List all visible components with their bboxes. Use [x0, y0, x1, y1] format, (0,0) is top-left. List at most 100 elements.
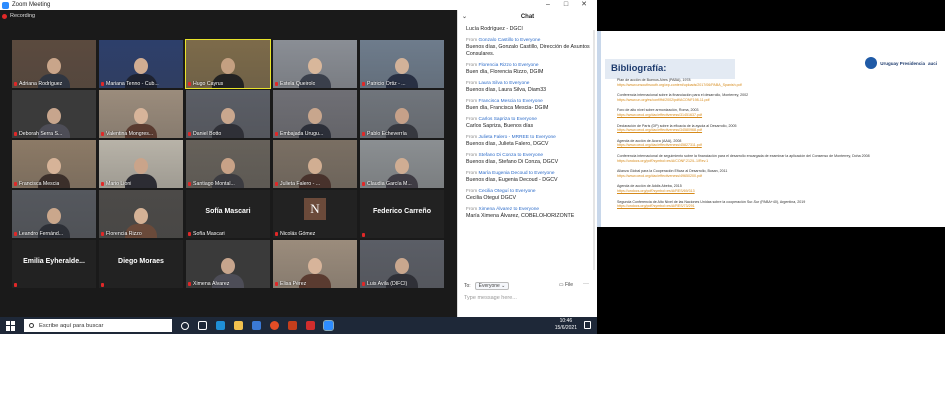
chat-message: From Stefano Di Conza to Everyone Buenos … [466, 152, 590, 166]
participant-name: Mario Lioni [101, 181, 131, 187]
participant-tile[interactable]: Valentina Mongres... [99, 90, 183, 138]
logo-text: Uruguay Presidencia [880, 60, 925, 66]
participant-tile[interactable]: Mario Lioni [99, 140, 183, 188]
bibliography-link[interactable]: https://undocs.org/pdf?symbol=es/A/RES/7… [617, 204, 917, 209]
muted-mic-icon [275, 232, 278, 236]
recipient-value: Everyone [478, 283, 500, 289]
bibliography-link[interactable]: https://undocs.org/pdf?symbol=es/A/RES/6… [617, 189, 917, 194]
chat-header: ⌄ Chat [458, 10, 597, 24]
muted-mic-icon [14, 232, 17, 236]
bibliography-link[interactable]: https://www.un.org/es/conf/ffd/2002/pdf/… [617, 98, 917, 103]
participant-tile[interactable]: Santiago Montal... [186, 140, 270, 188]
participant-tile[interactable]: Diego Moraes [99, 240, 183, 288]
chat-message-text: Cecilia Oteguí DGCV [466, 195, 517, 201]
participant-name: Hugo Cayrus [188, 81, 223, 87]
mail-icon[interactable] [252, 321, 261, 330]
recording-label: Recording [10, 13, 36, 19]
chat-message-sender: From Francisca Mescia to Everyone [466, 99, 543, 104]
participant-tile[interactable]: Elisa Pérez [273, 240, 357, 288]
participant-tile[interactable]: Claudia García M... [360, 140, 444, 188]
participant-tile[interactable]: Daniel Botto [186, 90, 270, 138]
chat-message-text: Carlos Sapriza, Buenos días [466, 123, 534, 129]
participant-name: Patricio Ortiz - ... [362, 81, 406, 87]
participant-name: Francisca Mescia [14, 181, 59, 187]
notification-icon[interactable] [584, 321, 591, 329]
participant-tile[interactable]: Sofía Mascari Sofía Mascari [186, 190, 270, 238]
bibliography-link[interactable]: https://www.oecd.org/dac/effectiveness/3… [617, 128, 917, 133]
chat-input[interactable]: Type message here... [464, 295, 517, 301]
participant-tile[interactable]: Ximena Álvarez [186, 240, 270, 288]
participant-tile[interactable]: Francisca Mescia [12, 140, 96, 188]
muted-mic-icon [275, 82, 278, 86]
chat-title: Chat [520, 14, 535, 20]
participant-tile[interactable]: Embajada Urugu... [273, 90, 357, 138]
bibliography-entry: Agenda de acción de Accra (AAA), 2008 htt… [617, 139, 917, 148]
muted-mic-icon [275, 132, 278, 136]
chrome-icon[interactable] [270, 321, 279, 330]
participant-tile[interactable]: Florencia Rizzo [99, 190, 183, 238]
zoom-taskbar-icon[interactable] [323, 320, 334, 331]
bibliography-link[interactable]: https://www.oecd.org/dac/effectiveness/3… [617, 113, 917, 118]
recipient-select[interactable]: Everyone ⌄ [474, 282, 510, 290]
participant-tile[interactable]: Patricio Ortiz - ... [360, 40, 444, 88]
participant-tile[interactable]: Emilia Eyheralde... [12, 240, 96, 288]
participant-tile[interactable]: Luis Avila (DIFCI) [360, 240, 444, 288]
close-button[interactable]: ✕ [577, 0, 591, 10]
bibliography-link[interactable]: https://www.unsouthsouth.org/wp-content/… [617, 83, 917, 88]
acrobat-icon[interactable] [306, 321, 315, 330]
participant-name: Leandro Fernánd... [14, 231, 63, 237]
participant-tile[interactable]: Adriana Rodríguez [12, 40, 96, 88]
participant-tile[interactable]: Hugo Cayrus [185, 39, 271, 89]
powerpoint-icon[interactable] [288, 321, 297, 330]
participant-tile[interactable]: Pablo Echeverría [360, 90, 444, 138]
video-grid: Adriana Rodríguez Mariana Tenno - Cub... H… [12, 39, 444, 288]
chat-message-sender: From Gonzalo Castillo to Everyone [466, 38, 541, 43]
bibliography-list: Plan de acción de Buenos Aires (PABA), 1… [617, 78, 917, 215]
participant-tile[interactable]: N Nicolás Gómez [273, 190, 357, 238]
chat-message: From Florencia Rizzo to Everyone Buen día… [466, 62, 590, 76]
bibliography-entry: Conferencia internacional sobre la finan… [617, 93, 917, 102]
minimize-button[interactable]: – [541, 0, 555, 10]
taskbar-search[interactable]: Escribe aquí para buscar [24, 319, 172, 332]
participant-name: Pablo Echeverría [362, 131, 407, 137]
task-view-icon[interactable] [198, 321, 207, 330]
muted-mic-icon [14, 283, 19, 287]
clock-time: 10:46 [559, 318, 573, 324]
windows-start-icon[interactable] [6, 320, 16, 331]
chat-message-text: Buenos días, Julieta Falero, DGCV [466, 141, 549, 147]
file-explorer-icon[interactable] [234, 321, 243, 330]
participant-tile[interactable]: Leandro Fernánd... [12, 190, 96, 238]
participant-tile[interactable]: Mariana Tenno - Cub... [99, 40, 183, 88]
participant-tile[interactable]: Federico Carreño [360, 190, 444, 238]
more-options-button[interactable]: ··· [583, 281, 589, 287]
bibliography-link[interactable]: https://www.oecd.org/dac/effectiveness/4… [617, 174, 917, 179]
participant-display-name: Sofía Mascari [205, 208, 251, 215]
cortana-icon[interactable] [181, 321, 189, 330]
participant-tile[interactable]: Julieta Falero - ... [273, 140, 357, 188]
participant-name: Claudia García M... [362, 181, 412, 187]
chat-scrollbar[interactable] [593, 30, 595, 270]
presidencia-logo: Uruguay Presidencia auci [865, 57, 937, 69]
bibliography-entry: Segunda Conferencia de Alto Nivel de las… [617, 200, 917, 209]
muted-mic-icon [362, 82, 365, 86]
bibliography-link[interactable]: https://undocs.org/pdf?symbol=es/A/CONF.… [617, 159, 917, 164]
chat-message: From María Eugenia Decoud to Everyone Bue… [466, 170, 590, 184]
chat-message: From Gonzalo Castillo to Everyone Buenos … [466, 37, 590, 58]
edge-icon[interactable] [216, 321, 225, 330]
bibliography-link[interactable]: https://www.oecd.org/dac/effectiveness/4… [617, 143, 917, 148]
maximize-button[interactable]: □ [559, 0, 573, 10]
chevron-down-icon[interactable]: ⌄ [462, 10, 467, 24]
file-button[interactable]: ▭ File [559, 282, 573, 288]
participant-tile[interactable]: Estela Queirolo [273, 40, 357, 88]
zoom-logo-icon [2, 1, 9, 9]
taskbar-clock[interactable]: 10:46 15/6/2021 [555, 318, 577, 332]
recording-indicator[interactable]: Recording [2, 13, 35, 19]
bibliography-entry: Plan de acción de Buenos Aires (PABA), 1… [617, 78, 917, 87]
muted-mic-icon [14, 82, 17, 86]
muted-mic-icon [275, 282, 278, 286]
participant-tile[interactable]: Deborah Serra S... [12, 90, 96, 138]
participant-name: Estela Queirolo [275, 81, 315, 87]
chat-message-sender: From Julieta Falero - MRREE to Everyone [466, 135, 556, 140]
chat-message: From Julieta Falero - MRREE to Everyone B… [466, 134, 590, 148]
muted-mic-icon [362, 182, 365, 186]
